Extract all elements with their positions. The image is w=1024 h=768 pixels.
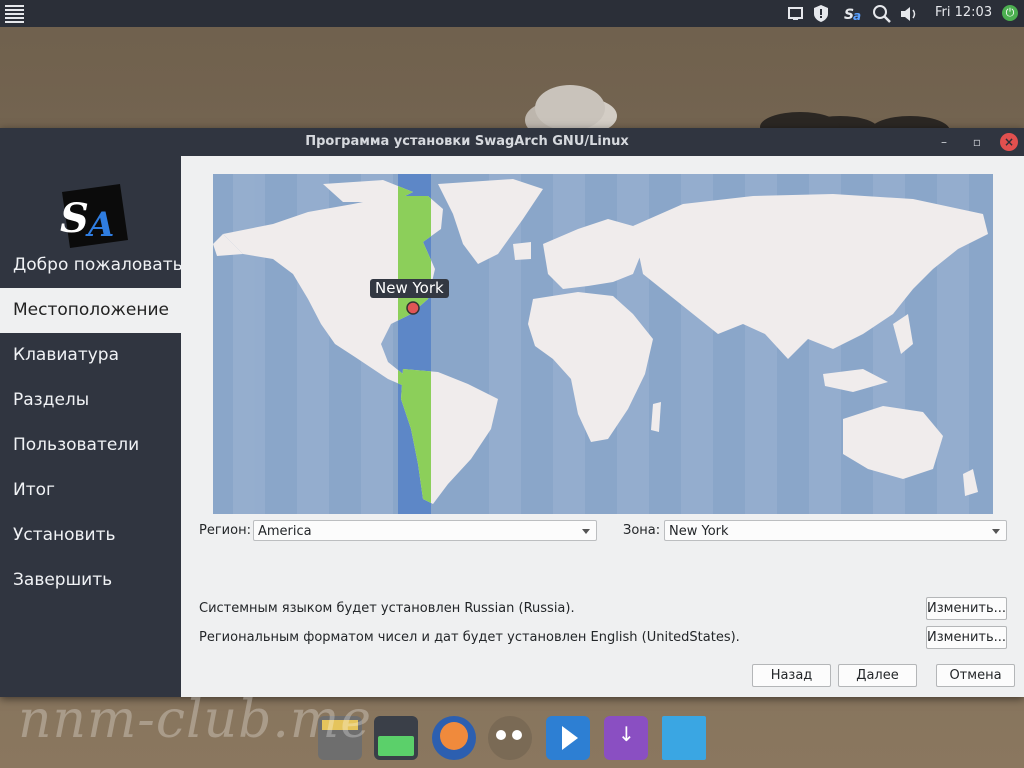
format-info: Региональным форматом чисел и дат будет …	[199, 630, 740, 645]
search-icon[interactable]	[872, 3, 892, 24]
window-titlebar[interactable]: Программа установки SwagArch GNU/Linux –…	[0, 128, 1024, 156]
cancel-button[interactable]: Отмена	[936, 664, 1015, 687]
world-map-svg	[213, 174, 988, 514]
sidebar-item-summary[interactable]: Итог	[0, 468, 181, 513]
firefox-icon[interactable]	[432, 716, 476, 760]
next-button[interactable]: Далее	[838, 664, 917, 687]
swagarch-icon[interactable]: S a	[843, 3, 865, 24]
region-value: America	[258, 524, 312, 539]
sidebar-item-partitions[interactable]: Разделы	[0, 378, 181, 423]
content-area: New York Регион: America Зона: New York …	[181, 156, 1024, 697]
chevron-down-icon	[992, 529, 1000, 534]
display-icon[interactable]	[787, 3, 805, 24]
top-panel: S a Fri 12:03 ⏻	[0, 0, 1024, 27]
close-button[interactable]: ×	[1000, 133, 1018, 151]
change-format-button[interactable]: Изменить...	[926, 626, 1007, 649]
maximize-button[interactable]: ▫	[968, 133, 986, 151]
cloud-decoration-icon	[535, 85, 605, 131]
watermark: nnm-club.me	[18, 690, 373, 750]
zone-select[interactable]: New York	[664, 520, 1007, 541]
window-title: Программа установки SwagArch GNU/Linux	[305, 134, 629, 149]
svg-text:A: A	[85, 205, 114, 245]
svg-text:a: a	[853, 9, 861, 23]
updates-icon[interactable]	[812, 3, 830, 24]
zone-value: New York	[669, 524, 729, 539]
back-button[interactable]: Назад	[752, 664, 831, 687]
app-menu-button[interactable]	[2, 1, 27, 26]
city-label: New York	[370, 279, 449, 298]
zone-label: Зона:	[623, 523, 661, 538]
region-label: Регион:	[199, 523, 251, 538]
sidebar-item-users[interactable]: Пользователи	[0, 423, 181, 468]
sidebar-item-location[interactable]: Местоположение	[0, 288, 181, 333]
language-info: Системным языком будет установлен Russia…	[199, 601, 575, 616]
swagarch-logo-icon: S A	[60, 184, 128, 248]
desktop-icon[interactable]	[662, 716, 706, 760]
minimize-button[interactable]: –	[935, 133, 953, 151]
timezone-map[interactable]: New York	[213, 174, 993, 514]
city-marker-icon[interactable]	[406, 301, 420, 315]
media-player-icon[interactable]	[546, 716, 590, 760]
gimp-icon[interactable]	[488, 716, 532, 760]
sidebar-item-install[interactable]: Установить	[0, 513, 181, 558]
clock[interactable]: Fri 12:03	[935, 5, 992, 20]
volume-icon[interactable]	[899, 3, 919, 24]
sidebar: S A Добро пожаловать Местоположение Клав…	[0, 156, 181, 697]
installer-icon[interactable]: ↓	[604, 716, 648, 760]
svg-text:S: S	[60, 195, 89, 242]
region-select[interactable]: America	[253, 520, 597, 541]
system-monitor-icon[interactable]	[374, 716, 418, 760]
sidebar-item-keyboard[interactable]: Клавиатура	[0, 333, 181, 378]
sidebar-item-welcome[interactable]: Добро пожаловать	[0, 243, 181, 288]
change-language-button[interactable]: Изменить...	[926, 597, 1007, 620]
chevron-down-icon	[582, 529, 590, 534]
installer-window: Программа установки SwagArch GNU/Linux –…	[0, 128, 1024, 697]
sidebar-item-finish[interactable]: Завершить	[0, 558, 181, 603]
power-icon[interactable]: ⏻	[1002, 5, 1018, 21]
